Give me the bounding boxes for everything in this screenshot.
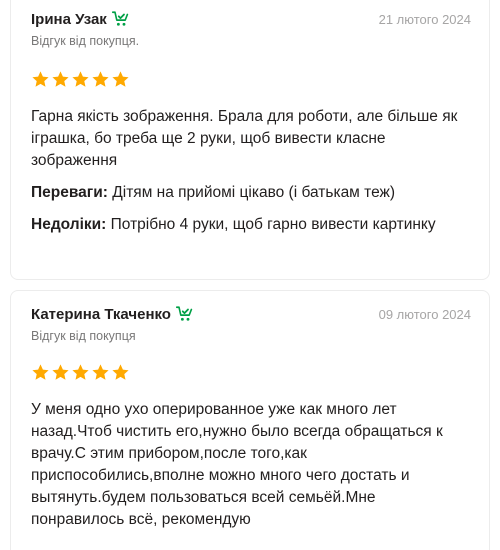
review-cons: Недоліки: Потрібно 4 руки, щоб гарно вив… bbox=[31, 214, 467, 236]
review-pros: Переваги: Дітям на прийомі цікаво (і бат… bbox=[31, 182, 467, 204]
star-icon bbox=[92, 71, 109, 87]
shopping-cart-check-icon bbox=[111, 11, 129, 26]
star-icon bbox=[92, 364, 109, 380]
review-author[interactable]: Катерина Ткаченко bbox=[31, 306, 171, 323]
review-body: Гарна якість зображення. Брала для робот… bbox=[31, 106, 467, 236]
pros-text: Дітям на прийомі цікаво (і батькам теж) bbox=[112, 184, 396, 201]
star-icon bbox=[32, 71, 49, 87]
star-icon bbox=[52, 71, 69, 87]
review-header: Ірина Узак 21 лютого 2024 Відгук від пок… bbox=[31, 10, 471, 49]
star-icon bbox=[112, 71, 129, 87]
review-date: 21 лютого 2024 bbox=[378, 12, 471, 27]
buyer-badge-text: Відгук від покупця. bbox=[31, 34, 140, 48]
rating-stars bbox=[31, 70, 130, 89]
star-icon bbox=[72, 364, 89, 380]
review-header: Катерина Ткаченко 09 лютого 2024 Відгук … bbox=[31, 305, 471, 344]
review-text: Гарна якість зображення. Брала для робот… bbox=[31, 108, 458, 169]
star-icon bbox=[52, 364, 69, 380]
star-icon bbox=[112, 364, 129, 380]
review-date: 09 лютого 2024 bbox=[378, 307, 471, 322]
reviews-page: Ірина Узак 21 лютого 2024 Відгук від пок… bbox=[0, 0, 500, 550]
shopping-cart-check-icon bbox=[175, 306, 193, 321]
star-icon bbox=[32, 364, 49, 380]
rating-stars bbox=[31, 363, 130, 382]
review-author[interactable]: Ірина Узак bbox=[31, 11, 107, 28]
review-card: Ірина Узак 21 лютого 2024 Відгук від пок… bbox=[10, 0, 490, 280]
cons-label: Недоліки: bbox=[31, 216, 107, 233]
review-card: Катерина Ткаченко 09 лютого 2024 Відгук … bbox=[10, 290, 490, 550]
pros-label: Переваги: bbox=[31, 184, 108, 201]
star-icon bbox=[72, 71, 89, 87]
review-text: У меня одно ухо оперированное уже как мн… bbox=[31, 401, 443, 528]
buyer-badge-text: Відгук від покупця bbox=[31, 329, 136, 343]
review-body: У меня одно ухо оперированное уже как мн… bbox=[31, 399, 467, 531]
cons-text: Потрібно 4 руки, щоб гарно вивести карти… bbox=[110, 216, 436, 233]
